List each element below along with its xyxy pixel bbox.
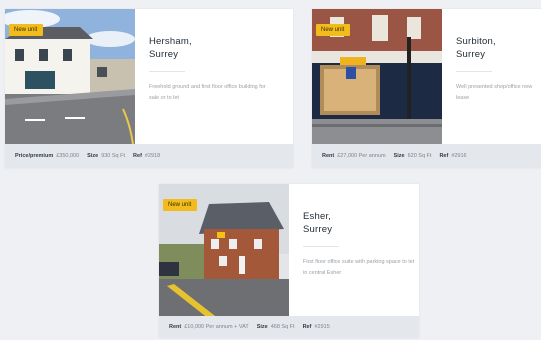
listing-county: Surrey	[456, 49, 486, 60]
listing-details-bar: Rent £27,000 Per annum Size 620 Sq Ft Ref #…	[312, 144, 541, 168]
listing-location[interactable]: Surbiton, Surrey	[456, 35, 496, 61]
size-detail: Size 620 Sq Ft	[393, 153, 432, 159]
property-photo[interactable]: New unit	[312, 9, 442, 144]
listing-description: First floor office suite with parking sp…	[303, 259, 415, 276]
listing-county: Surrey	[149, 49, 179, 60]
listing-details-bar: Price/premium £350,000 Size 930 Sq Ft Ref #…	[5, 144, 293, 168]
listing-county: Surrey	[303, 224, 333, 235]
price-detail: Rent £27,000 Per annum	[322, 153, 386, 159]
listing-card-esher[interactable]: New unit Esher, Surrey First floor offic…	[159, 184, 419, 338]
new-unit-badge: New unit	[9, 24, 44, 36]
listing-card-surbiton[interactable]: New unit Surbiton, Surrey Well presented…	[312, 9, 541, 168]
price-detail: Rent £10,000 Per annum + VAT	[169, 324, 249, 330]
listing-town: Hersham,	[149, 36, 192, 47]
listing-details-bar: Rent £10,000 Per annum + VAT Size 468 Sq F…	[159, 316, 419, 338]
ref-detail: Ref #2915	[302, 324, 330, 330]
new-unit-badge: New unit	[163, 199, 198, 211]
divider	[303, 246, 339, 247]
property-photo[interactable]: New unit	[5, 9, 135, 144]
listing-card-hersham[interactable]: New unit Hersham, Surrey Freehold ground…	[5, 9, 293, 168]
ref-detail: Ref #2918	[133, 153, 161, 159]
listing-description: Well presented shop/office new lease	[456, 84, 533, 101]
listing-description: Freehold ground and first floor office b…	[149, 84, 266, 101]
listing-location[interactable]: Hersham, Surrey	[149, 35, 192, 61]
listing-location[interactable]: Esher, Surrey	[303, 210, 332, 236]
listing-town: Esher,	[303, 211, 332, 222]
divider	[456, 71, 492, 72]
new-unit-badge: New unit	[316, 24, 351, 36]
size-detail: Size 468 Sq Ft	[256, 324, 295, 330]
listing-town: Surbiton,	[456, 36, 496, 47]
property-photo[interactable]: New unit	[159, 184, 289, 319]
ref-detail: Ref #2916	[439, 153, 467, 159]
size-detail: Size 930 Sq Ft	[87, 153, 126, 159]
divider	[149, 71, 185, 72]
price-detail: Price/premium £350,000	[15, 153, 80, 159]
